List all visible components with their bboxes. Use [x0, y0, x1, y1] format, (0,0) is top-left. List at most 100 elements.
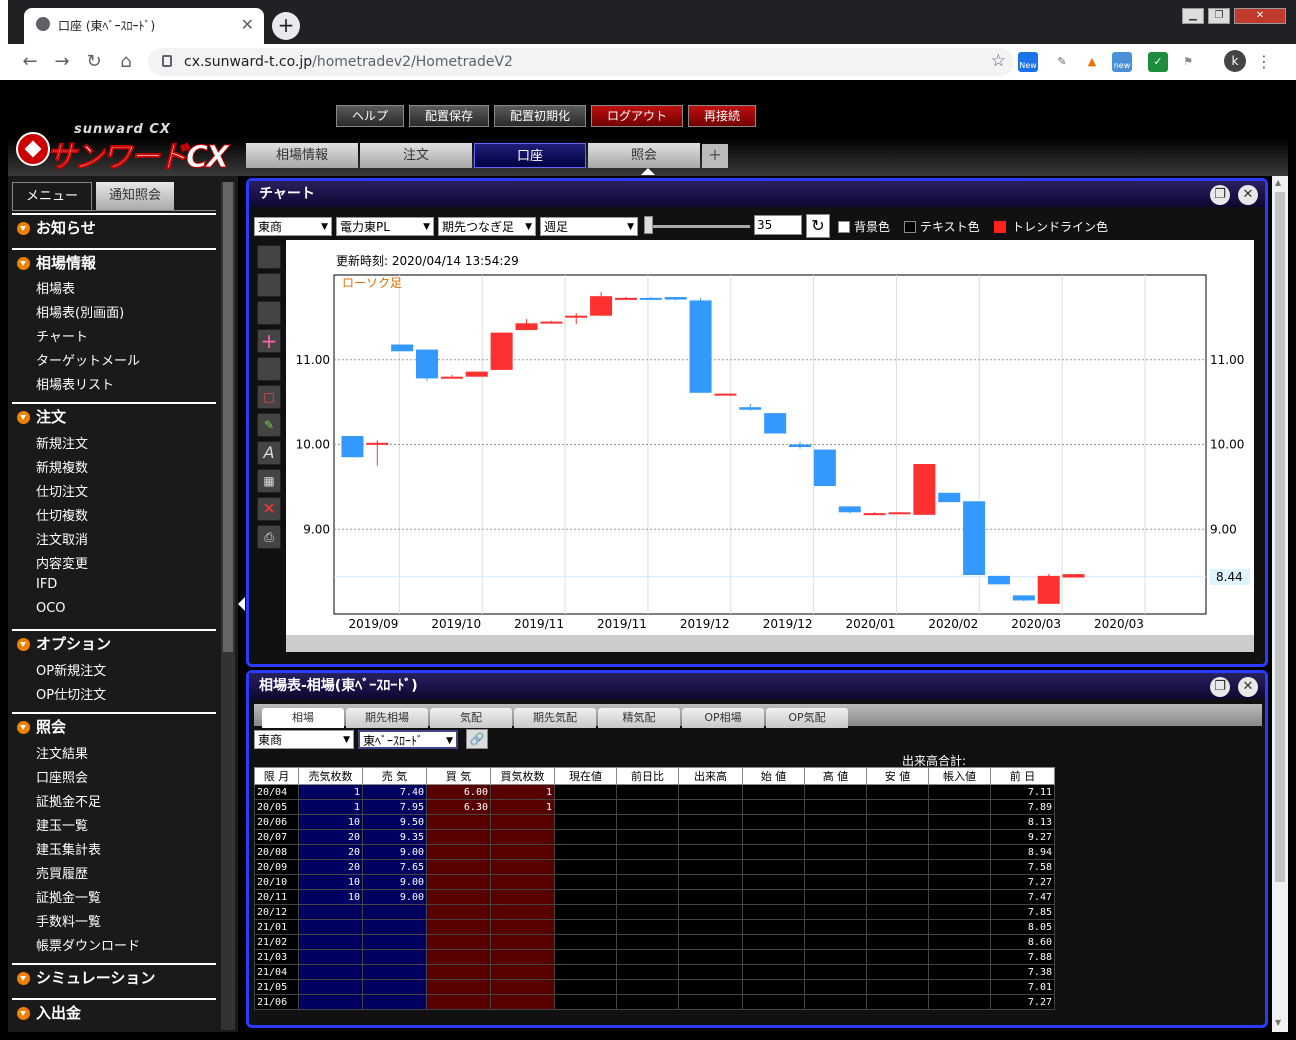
sidebar-item-op-close[interactable]: OP仕切注文 [36, 684, 106, 703]
table-row[interactable]: 21/03 7.88 [254, 949, 1055, 965]
crosshair-icon[interactable]: + [257, 329, 281, 353]
home-icon[interactable]: ⌂ [114, 50, 138, 74]
sidebar-item-close-multi[interactable]: 仕切複数 [36, 505, 88, 524]
sidebar-item-quote-board-window[interactable]: 相場表(別画面) [36, 302, 124, 321]
tab-book[interactable]: 気配 [430, 708, 512, 728]
extension-new-icon[interactable]: New [1018, 52, 1038, 72]
indicator-list-icon[interactable] [257, 245, 281, 269]
extension-flag-icon[interactable]: ⚑ [1178, 52, 1198, 72]
tab-market-info[interactable]: 相場情報 [246, 143, 358, 168]
tab-account[interactable]: 口座 [474, 143, 586, 168]
tab-detail-book[interactable]: 精気配 [598, 708, 680, 728]
column-header[interactable]: 買 気 [426, 767, 491, 785]
count-slider-track[interactable] [646, 225, 750, 228]
sidebar-item-op-new[interactable]: OP新規注文 [36, 660, 106, 679]
extension-check-icon[interactable]: ✓ [1148, 52, 1168, 72]
table-row[interactable]: 21/06 7.27 [254, 994, 1055, 1010]
tab-back-month-quotes[interactable]: 期先相場 [346, 708, 428, 728]
sidebar-scrollbar[interactable] [221, 182, 235, 1030]
column-header[interactable]: 売気枚数 [298, 767, 363, 785]
add-tab-button[interactable]: + [702, 144, 728, 168]
reconnect-button[interactable]: 再接続 [688, 105, 756, 127]
product-select[interactable]: 電力東PL [336, 217, 434, 236]
chart-window-icon[interactable]: ❐ [1210, 185, 1230, 205]
chart-scrollbar[interactable] [286, 635, 1254, 652]
column-header[interactable]: 前 日 [990, 767, 1055, 785]
column-header[interactable]: 始 値 [742, 767, 805, 785]
sidebar-item-close-order[interactable]: 仕切注文 [36, 481, 88, 500]
table-row[interactable]: 20/12 7.85 [254, 904, 1055, 920]
tab-back-month-book[interactable]: 期先気配 [514, 708, 596, 728]
table-row[interactable]: 20/08 20 9.00 8.94 [254, 844, 1055, 860]
sidebar-section-deposit[interactable]: 入出金 [12, 998, 216, 1026]
rectangle-tool-icon[interactable]: □ [257, 385, 281, 409]
refresh-icon[interactable]: ↻ [806, 214, 830, 238]
table-row[interactable]: 20/07 20 9.35 9.27 [254, 829, 1055, 845]
text-tool-icon[interactable]: A [257, 441, 281, 465]
browser-tab[interactable]: 口座 (東ﾍﾞｰｽﾛｰﾄﾞ) ✕ [24, 8, 264, 44]
back-icon[interactable]: ← [18, 50, 42, 74]
collapse-sidebar-icon[interactable] [238, 597, 245, 611]
sidebar-item-order-results[interactable]: 注文結果 [36, 743, 88, 762]
count-input[interactable]: 35 [754, 215, 802, 235]
period-select[interactable]: 週足 [540, 217, 638, 236]
contract-select[interactable]: 期先つなぎ足 [438, 217, 536, 236]
print-icon[interactable]: ⎙ [257, 525, 281, 549]
table-row[interactable]: 20/04 1 7.40 6.00 1 7.11 [254, 784, 1055, 800]
save-layout-button[interactable]: 配置保存 [409, 105, 489, 127]
tab-quotes[interactable]: 相場 [262, 708, 344, 728]
profile-avatar[interactable]: k [1224, 50, 1246, 72]
extension-lock-icon[interactable]: ▲ [1082, 52, 1102, 72]
column-header[interactable]: 売 気 [362, 767, 427, 785]
column-header[interactable]: 帳入値 [928, 767, 991, 785]
sidebar-item-cancel-order[interactable]: 注文取消 [36, 529, 88, 548]
column-header[interactable]: 限 月 [254, 767, 299, 785]
sidebar-item-account-inquiry[interactable]: 口座照会 [36, 767, 88, 786]
sidebar-item-target-mail[interactable]: ターゲットメール [36, 350, 140, 369]
sidebar-section-market[interactable]: 相場情報 [12, 248, 216, 276]
sidebar-item-oco[interactable]: OCO [36, 601, 66, 616]
candle-type-icon[interactable] [257, 273, 281, 297]
sidebar-item-quote-list[interactable]: 相場表リスト [36, 374, 114, 393]
scroll-up-icon[interactable]: ▲ [1275, 178, 1281, 187]
pencil-icon[interactable]: ✎ [257, 413, 281, 437]
address-bar[interactable]: cx.sunward-t.co.jp/hometradev2/Hometrade… [148, 48, 1014, 76]
column-header[interactable]: 前日比 [616, 767, 679, 785]
sidebar-item-new-order[interactable]: 新規注文 [36, 433, 88, 452]
new-tab-button[interactable]: + [272, 12, 300, 40]
tab-menu[interactable]: メニュー [12, 182, 92, 210]
quote-product-select[interactable]: 東ﾍﾞｰｽﾛｰﾄﾞ [358, 730, 458, 750]
exchange-select[interactable]: 東商 [254, 217, 332, 236]
close-window-button[interactable]: ✕ [1234, 8, 1286, 24]
bg-color-checkbox[interactable] [838, 221, 850, 233]
sidebar-item-positions[interactable]: 建玉一覧 [36, 815, 88, 834]
reload-icon[interactable]: ↻ [82, 50, 106, 74]
line-tool-icon[interactable] [257, 301, 281, 325]
sidebar-item-margin-list[interactable]: 証拠金一覧 [36, 887, 101, 906]
sidebar-item-modify[interactable]: 内容変更 [36, 553, 88, 572]
sidebar-scroll-thumb[interactable] [223, 182, 233, 652]
table-row[interactable]: 20/11 10 9.00 7.47 [254, 889, 1055, 905]
sidebar-item-report-download[interactable]: 帳票ダウンロード [36, 935, 140, 954]
sidebar-section-order[interactable]: 注文 [12, 402, 216, 430]
bookmark-star-icon[interactable]: ☆ [991, 51, 1006, 71]
table-row[interactable]: 20/09 20 7.65 7.58 [254, 859, 1055, 875]
sidebar-item-position-summary[interactable]: 建玉集計表 [36, 839, 101, 858]
sidebar-section-inquiry[interactable]: 照会 [12, 712, 216, 740]
page-scrollbar[interactable]: ▲ ▼ [1272, 176, 1288, 1032]
table-row[interactable]: 20/10 10 9.00 7.27 [254, 874, 1055, 890]
sidebar-item-margin-shortfall[interactable]: 証拠金不足 [36, 791, 101, 810]
text-color-swatch[interactable] [904, 221, 916, 233]
sidebar-item-fee-list[interactable]: 手数料一覧 [36, 911, 101, 930]
tab-op-book[interactable]: OP気配 [766, 708, 848, 728]
table-row[interactable]: 21/02 8.60 [254, 934, 1055, 950]
sidebar-item-new-multi[interactable]: 新規複数 [36, 457, 88, 476]
column-header[interactable]: 安 値 [866, 767, 929, 785]
close-tab-icon[interactable]: ✕ [241, 15, 254, 34]
logout-button[interactable]: ログアウト [591, 105, 683, 127]
sidebar-section-option[interactable]: オプション [12, 629, 216, 657]
reset-layout-button[interactable]: 配置初期化 [494, 105, 586, 127]
tab-inquiry[interactable]: 照会 [588, 143, 700, 168]
table-row[interactable]: 21/04 7.38 [254, 964, 1055, 980]
menu-kebab-icon[interactable]: ⋮ [1254, 52, 1274, 72]
